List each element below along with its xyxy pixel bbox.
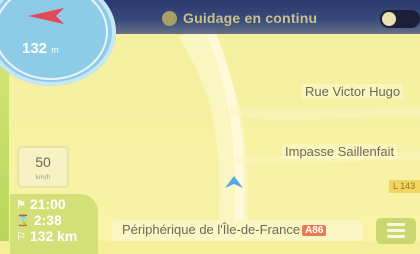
current-road-bar[interactable]: Périphérique de l'Île-de-France A86 [112,220,362,241]
speed-limit-sign: 50 km/h [17,146,69,188]
next-turn-distance-unit: m [51,45,59,55]
menu-icon-bar-1 [387,223,405,226]
guidance-title: Guidage en continu [162,8,317,28]
remaining-distance: 132 km [29,228,78,244]
hourglass-icon: ⌛ [16,214,30,227]
turn-arrow-icon [28,8,64,24]
next-turn-distance: 132 m [22,40,59,57]
remaining-distance-row: ⚐ 132 km [16,228,77,244]
car-icon [162,10,177,26]
arrival-time: 21:00 [29,196,66,212]
guidance-toggle[interactable] [380,10,420,28]
remaining-time-row: ⌛ 2:38 [16,212,62,228]
flag-icon: ⚑ [16,198,26,211]
street-label-rue-victor-hugo: Rue Victor Hugo [302,84,404,99]
trip-info-panel[interactable]: ⚑ 21:00 ⌛ 2:38 ⚐ 132 km [10,194,98,254]
vehicle-position-icon [225,176,243,188]
current-road-name: Périphérique de l'Île-de-France [122,222,301,237]
speed-limit-unit: km/h [35,174,51,181]
arrival-time-row: ⚑ 21:00 [16,196,66,212]
next-turn-distance-value: 132 [22,40,48,57]
guidance-title-label: Guidage en continu [183,10,318,26]
menu-icon-bar-3 [387,235,405,238]
street-label-impasse-saillenfait: Impasse Saillenfait [282,144,398,159]
road-shield-badge: A86 [302,225,327,236]
speed-limit-value: 50 [35,154,51,170]
remaining-time: 2:38 [33,212,62,228]
current-road: Périphérique de l'Île-de-France A86 [122,222,327,237]
toggle-knob [382,12,396,26]
menu-icon-bar-2 [387,229,405,232]
road-number-badge: L 143 [389,180,420,193]
menu-button[interactable] [376,218,416,244]
